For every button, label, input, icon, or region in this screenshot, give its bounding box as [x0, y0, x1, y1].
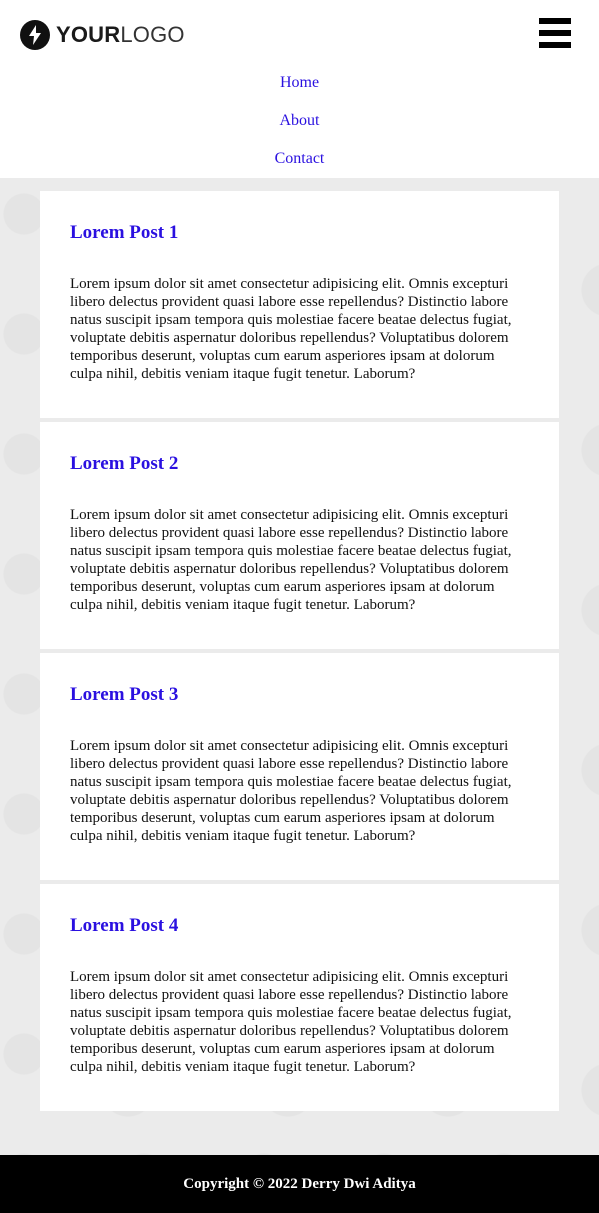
lightning-bolt-icon	[20, 20, 50, 50]
post-title[interactable]: Lorem Post 4	[70, 915, 178, 937]
site-logo[interactable]: YOURLOGO	[20, 19, 185, 51]
post-card: Lorem Post 4 Lorem ipsum dolor sit amet …	[40, 884, 559, 1111]
post-title[interactable]: Lorem Post 1	[70, 222, 178, 244]
hamburger-bar	[539, 18, 571, 24]
post-card: Lorem Post 1 Lorem ipsum dolor sit amet …	[40, 191, 559, 418]
post-title[interactable]: Lorem Post 3	[70, 684, 178, 706]
logo-text: YOURLOGO	[56, 19, 185, 51]
post-body: Lorem ipsum dolor sit amet consectetur a…	[70, 507, 512, 614]
site-footer: Copyright © 2022 Derry Dwi Aditya	[0, 1155, 599, 1213]
hamburger-bar	[539, 30, 571, 36]
posts-area: Lorem Post 1 Lorem ipsum dolor sit amet …	[0, 178, 599, 1155]
copyright-text: Copyright © 2022 Derry Dwi Aditya	[183, 1176, 416, 1192]
nav-link-home[interactable]: Home	[0, 66, 599, 104]
main-nav: Home About Contact	[0, 66, 599, 180]
logo-text-light: LOGO	[120, 22, 185, 47]
site-header: YOURLOGO	[0, 0, 599, 66]
logo-text-bold: YOUR	[56, 22, 121, 47]
post-title[interactable]: Lorem Post 2	[70, 453, 178, 475]
post-body: Lorem ipsum dolor sit amet consectetur a…	[70, 738, 512, 845]
hamburger-bar	[539, 42, 571, 48]
nav-link-about[interactable]: About	[0, 104, 599, 142]
post-card: Lorem Post 3 Lorem ipsum dolor sit amet …	[40, 653, 559, 880]
post-body: Lorem ipsum dolor sit amet consectetur a…	[70, 969, 512, 1076]
post-body: Lorem ipsum dolor sit amet consectetur a…	[70, 276, 512, 383]
nav-link-contact[interactable]: Contact	[0, 142, 599, 180]
post-card: Lorem Post 2 Lorem ipsum dolor sit amet …	[40, 422, 559, 649]
hamburger-menu-icon[interactable]	[539, 18, 571, 48]
